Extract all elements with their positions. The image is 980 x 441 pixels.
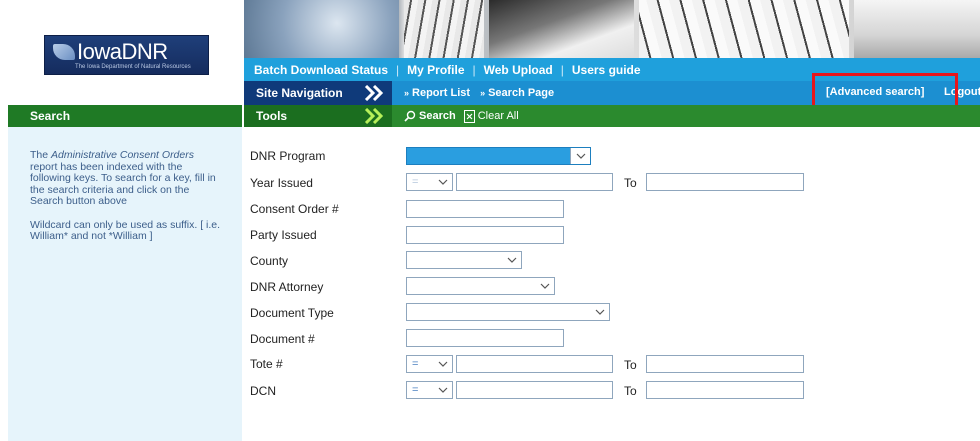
- dnr-program-select[interactable]: [406, 147, 591, 165]
- document-type-select[interactable]: [406, 303, 610, 321]
- wildcard-note: Wildcard can only be used as suffix. [ i…: [30, 218, 221, 242]
- dnr-attorney-select[interactable]: [406, 277, 555, 295]
- site-navigation-toggle[interactable]: Site Navigation: [244, 81, 392, 105]
- label-county: County: [250, 254, 289, 268]
- tote-to-label: To: [624, 358, 637, 372]
- dcn-from-input[interactable]: [456, 381, 613, 399]
- dcn-to-input[interactable]: [646, 381, 804, 399]
- year-to-label: To: [624, 176, 637, 190]
- chevron-down-icon: [540, 283, 550, 289]
- consent-order-input[interactable]: [406, 200, 564, 218]
- nav-batch-download-status[interactable]: Batch Download Status: [254, 63, 388, 77]
- year-from-input[interactable]: [456, 173, 613, 191]
- chevron-down-icon: [576, 153, 586, 159]
- chevron-down-icon: [438, 179, 448, 185]
- nav-separator: |: [560, 62, 564, 77]
- year-operator-select[interactable]: =: [406, 173, 453, 191]
- site-navigation-label: Site Navigation: [256, 86, 343, 100]
- chevron-down-icon: [507, 257, 517, 263]
- crumb-report-list[interactable]: » Report List: [404, 87, 470, 99]
- search-icon: [404, 110, 416, 122]
- dcn-operator-select[interactable]: =: [406, 381, 453, 399]
- banner-photo-papers: [489, 0, 634, 58]
- double-chevron-right-icon: [364, 85, 384, 101]
- chevron-down-icon: [438, 361, 448, 367]
- label-dnr-attorney: DNR Attorney: [250, 280, 324, 294]
- tote-from-input[interactable]: [456, 355, 613, 373]
- label-party-issued: Party Issued: [250, 228, 317, 242]
- tools-toggle[interactable]: Tools: [244, 105, 392, 127]
- banner-photo-files: [404, 0, 484, 58]
- nav-my-profile[interactable]: My Profile: [407, 63, 464, 77]
- logo-subtitle: The Iowa Department of Natural Resources: [75, 64, 191, 70]
- double-arrow-icon: »: [480, 88, 486, 98]
- banner-photo-desk: [854, 0, 980, 58]
- tools-bar: Search Clear All: [392, 105, 980, 127]
- label-dnr-program: DNR Program: [250, 149, 326, 163]
- search-button[interactable]: Search: [404, 110, 456, 122]
- label-year-issued: Year Issued: [250, 176, 313, 190]
- nav-users-guide[interactable]: Users guide: [572, 63, 641, 77]
- double-arrow-icon: »: [404, 88, 410, 98]
- chevron-down-icon: [438, 387, 448, 393]
- year-to-input[interactable]: [646, 173, 804, 191]
- search-panel-title: Search: [8, 105, 242, 127]
- banner-photo-documents: [639, 0, 849, 58]
- label-document-num: Document #: [250, 332, 315, 346]
- nav-separator: |: [396, 62, 400, 77]
- label-tote: Tote #: [250, 357, 283, 371]
- leaf-icon: [53, 44, 75, 60]
- county-select[interactable]: [406, 251, 522, 269]
- nav-separator: |: [472, 62, 476, 77]
- party-issued-input[interactable]: [406, 226, 564, 244]
- chevron-down-icon: [595, 309, 605, 315]
- logo-title: IowaDNR: [77, 39, 168, 64]
- dcn-to-label: To: [624, 384, 637, 398]
- banner-photo-numbers: [244, 0, 399, 58]
- double-chevron-right-icon: [364, 108, 384, 124]
- document-num-input[interactable]: [406, 329, 564, 347]
- clear-all-button[interactable]: Clear All: [463, 109, 519, 123]
- label-dcn: DCN: [250, 384, 276, 398]
- header-banner: [244, 0, 980, 58]
- label-consent-order: Consent Order #: [250, 202, 339, 216]
- label-document-type: Document Type: [250, 306, 334, 320]
- info-paragraph: The Administrative Consent Orders report…: [30, 149, 216, 207]
- tote-operator-select[interactable]: =: [406, 355, 453, 373]
- nav-web-upload[interactable]: Web Upload: [484, 63, 553, 77]
- clear-document-icon: [463, 109, 475, 123]
- crumb-search-page[interactable]: » Search Page: [480, 87, 554, 99]
- tote-to-input[interactable]: [646, 355, 804, 373]
- tools-label: Tools: [256, 109, 288, 123]
- info-panel: The Administrative Consent Orders report…: [8, 127, 242, 441]
- iowa-dnr-logo: IowaDNR The Iowa Department of Natural R…: [44, 35, 209, 75]
